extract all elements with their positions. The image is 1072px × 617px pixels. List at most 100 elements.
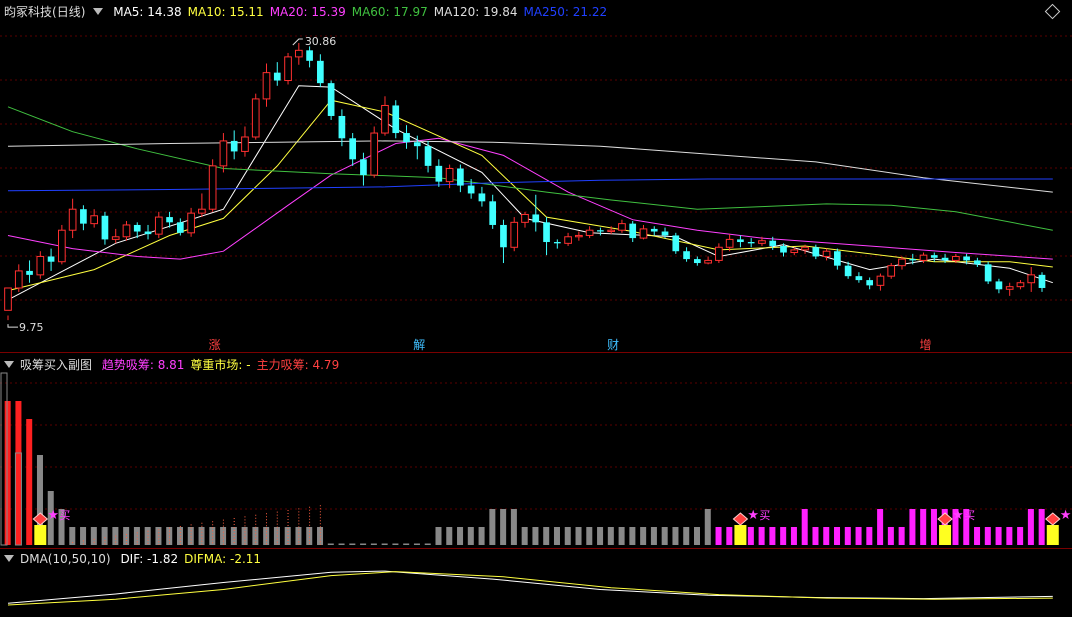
buy-diamond-icon bbox=[1046, 513, 1060, 525]
indicator-bar bbox=[5, 401, 11, 545]
candle-body bbox=[91, 216, 98, 224]
candle-body bbox=[554, 242, 561, 243]
ma-legend-item-2: MA20: 15.39 bbox=[270, 5, 346, 19]
candle-body bbox=[26, 271, 33, 275]
main-price-panel[interactable]: 30.869.75 昀冢科技(日线) MA5: 14.38MA10: 15.11… bbox=[0, 0, 1072, 352]
candle-body bbox=[543, 222, 550, 242]
indicator-bar bbox=[629, 527, 635, 545]
indicator-bar bbox=[877, 509, 883, 545]
candle-body bbox=[586, 230, 593, 235]
candle-body bbox=[37, 256, 44, 274]
candlestick-chart[interactable]: 30.869.75 bbox=[0, 0, 1072, 352]
candle-body bbox=[683, 251, 690, 259]
candle-body bbox=[123, 225, 130, 237]
candle-body bbox=[457, 168, 464, 185]
indicator-bar bbox=[392, 544, 398, 546]
buy-label: 买 bbox=[964, 509, 975, 522]
candle-body bbox=[522, 214, 529, 222]
buy-label: 买 bbox=[759, 509, 770, 522]
accumulation-chart[interactable]: ★买★买★买★买 bbox=[0, 353, 1072, 549]
candle-body bbox=[597, 230, 604, 231]
candle-body bbox=[931, 255, 938, 258]
indicator-bar bbox=[651, 527, 657, 545]
candle-body bbox=[425, 146, 432, 166]
candle-body bbox=[888, 266, 895, 277]
candle-body bbox=[155, 217, 162, 234]
candle-body bbox=[295, 50, 302, 57]
candle-body bbox=[489, 201, 496, 225]
indicator-bar bbox=[382, 544, 388, 546]
candle-body bbox=[812, 247, 819, 256]
indicator-bar bbox=[80, 527, 86, 545]
indicator-bar bbox=[748, 527, 754, 545]
indicator-bar bbox=[263, 527, 269, 545]
sub-chart-accumulation[interactable]: ★买★买★买★买 吸筹买入副图 趋势吸筹: 8.81尊重市场: -主力吸筹: 4… bbox=[0, 352, 1072, 549]
buy-bar bbox=[34, 525, 46, 545]
ma-line-ma5 bbox=[8, 86, 1053, 300]
candle-body bbox=[231, 141, 238, 152]
candle-body bbox=[177, 222, 184, 233]
event-marker-1[interactable]: 解 bbox=[411, 336, 427, 353]
candle-body bbox=[220, 141, 227, 166]
indicator-bar bbox=[672, 527, 678, 545]
indicator-bar bbox=[1006, 527, 1012, 545]
candle-body bbox=[780, 246, 787, 253]
buy-star-icon: ★ bbox=[1060, 508, 1072, 523]
indicator-bar bbox=[888, 527, 894, 545]
sub1-title[interactable]: 吸筹买入副图 bbox=[20, 358, 92, 372]
candle-body bbox=[974, 260, 981, 264]
buy-star-icon: ★ bbox=[747, 508, 759, 523]
sub1-header: 吸筹买入副图 趋势吸筹: 8.81尊重市场: -主力吸筹: 4.79 bbox=[4, 356, 351, 373]
indicator-bar bbox=[576, 527, 582, 545]
candle-body bbox=[252, 99, 259, 137]
candle-body bbox=[188, 213, 195, 233]
dropdown-triangle-icon[interactable] bbox=[4, 361, 14, 368]
indicator-bar bbox=[554, 527, 560, 545]
candle-body bbox=[726, 239, 733, 247]
indicator-bar bbox=[597, 527, 603, 545]
candle-body bbox=[69, 209, 76, 230]
candle-body bbox=[672, 235, 679, 251]
sub2-header: DMA(10,50,10) DIF: -1.82DIFMA: -2.11 bbox=[4, 552, 273, 566]
ma-line-ma250 bbox=[8, 179, 1053, 191]
buy-diamond-icon bbox=[733, 513, 747, 525]
candle-body bbox=[823, 251, 830, 256]
event-marker-0[interactable]: 涨 bbox=[207, 336, 223, 353]
sub-chart-dma[interactable]: DMA(10,50,10) DIF: -1.82DIFMA: -2.11 bbox=[0, 548, 1072, 617]
dropdown-triangle-icon[interactable] bbox=[4, 555, 14, 562]
ma-legend-item-5: MA250: 21.22 bbox=[523, 5, 607, 19]
stock-name[interactable]: 昀冢科技 bbox=[4, 5, 52, 19]
candle-body bbox=[392, 105, 399, 133]
candle-body bbox=[651, 229, 658, 232]
candle-body bbox=[1028, 275, 1035, 283]
candle-body bbox=[306, 50, 313, 61]
candle-body bbox=[565, 237, 572, 244]
indicator-bar bbox=[479, 527, 485, 545]
indicator-bar bbox=[823, 527, 829, 545]
buy-star-icon: ★ bbox=[952, 508, 964, 523]
event-marker-2[interactable]: 财 bbox=[605, 336, 621, 353]
candle-body bbox=[360, 159, 367, 175]
indicator-bar bbox=[683, 527, 689, 545]
candle-body bbox=[242, 137, 249, 151]
candle-body bbox=[500, 225, 507, 247]
sub2-title[interactable]: DMA(10,50,10) bbox=[20, 552, 111, 566]
indicator-bar bbox=[446, 527, 452, 545]
period-label: (日线) bbox=[52, 5, 85, 19]
indicator-bar bbox=[242, 527, 248, 545]
buy-bar bbox=[1047, 525, 1059, 545]
indicator-bar bbox=[909, 509, 915, 545]
candle-body bbox=[802, 247, 809, 250]
candle-body bbox=[737, 239, 744, 242]
dropdown-triangle-icon[interactable] bbox=[93, 8, 103, 15]
candle-body bbox=[909, 259, 916, 260]
event-marker-3[interactable]: 增 bbox=[918, 336, 934, 353]
candle-body bbox=[629, 224, 636, 238]
candle-body bbox=[877, 276, 884, 285]
indicator-bar bbox=[845, 527, 851, 545]
indicator-bar bbox=[565, 527, 571, 545]
buy-bar bbox=[939, 525, 951, 545]
ma-legend-item-1: MA10: 15.11 bbox=[188, 5, 264, 19]
candle-body bbox=[382, 105, 389, 133]
candle-body bbox=[845, 266, 852, 277]
